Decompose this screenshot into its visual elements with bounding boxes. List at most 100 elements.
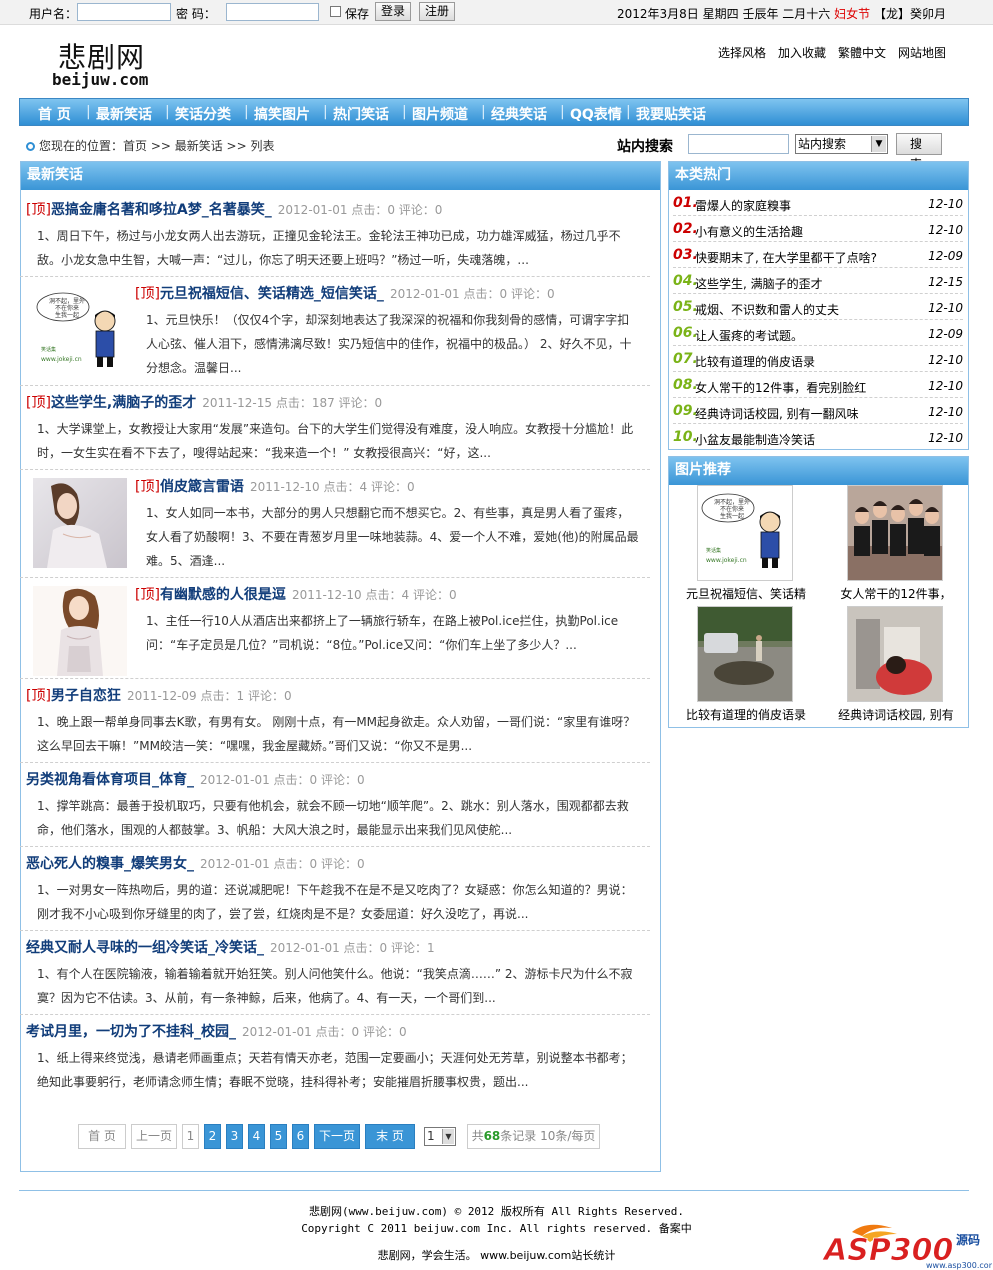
nav-funny-pictures[interactable]: 搞笑图片: [254, 104, 310, 124]
login-bar: 用户名： 密 码： 保存 登录 注册 2012年3月8日 星期四 壬辰年 二月十…: [0, 0, 993, 25]
article-title-text[interactable]: 恶搞金庸名著和哆拉A梦_名著暴笑_: [51, 202, 272, 218]
hot-item-date: 12-10: [928, 301, 963, 315]
login-button[interactable]: 登录: [375, 2, 412, 21]
article-title[interactable]: 另类视角看体育项目_体育_ 2012-01-01 点击：0 评论：0: [26, 769, 365, 789]
pager-total: 68: [483, 1129, 501, 1143]
hot-item-title[interactable]: 雷爆人的家庭糗事: [695, 197, 791, 214]
article-title-text[interactable]: 这些学生,满脑子的歪才: [51, 395, 196, 411]
portrait-photo: [33, 478, 127, 568]
hot-list-item[interactable]: 10. 小盆友最能制造冷笑话 12-10: [673, 424, 963, 450]
nav-latest-jokes[interactable]: 最新笑话: [96, 104, 152, 124]
pager-prev[interactable]: 上一页: [131, 1124, 177, 1149]
hot-item-title[interactable]: 戒烟、不识数和雷人的丈夫: [695, 301, 839, 318]
breadcrumb-text[interactable]: 您现在的位置：首页 >> 最新笑话 >> 列表: [39, 139, 274, 153]
picture-title[interactable]: 元旦祝福短信、笑话精: [671, 585, 821, 602]
article-title[interactable]: [顶]有幽默感的人很是逗 2011-12-10 点击：4 评论：0: [135, 584, 457, 604]
hot-list-item[interactable]: 03. 快要期末了, 在大学里都干了点啥? 12-09: [673, 242, 963, 268]
article-title[interactable]: [顶]俏皮箴言雷语 2011-12-10 点击：4 评论：0: [135, 476, 415, 496]
username-input[interactable]: [77, 3, 171, 21]
link-sitemap[interactable]: 网站地图: [898, 46, 946, 60]
hot-item-title[interactable]: 快要期末了, 在大学里都干了点啥?: [695, 249, 877, 266]
hot-list-item[interactable]: 02. 小有意义的生活拾趣 12-10: [673, 216, 963, 242]
pager-page[interactable]: 3: [226, 1124, 243, 1149]
picture-thumbnail[interactable]: 洞不起，里外 不在你来 生我一起 笑话集 www.jokeji.cn: [697, 485, 793, 581]
nav-classic-jokes[interactable]: 经典笑话: [491, 104, 547, 124]
search-button[interactable]: 搜 索: [896, 133, 942, 171]
link-choose-style[interactable]: 选择风格: [718, 46, 766, 60]
link-traditional-chinese[interactable]: 繁體中文: [838, 46, 886, 60]
hot-list-item[interactable]: 07. 比较有道理的俏皮语录 12-10: [673, 346, 963, 372]
article-title-text[interactable]: 考试月里，一切为了不挂科_校园_: [26, 1024, 236, 1040]
article-thumbnail[interactable]: [33, 586, 127, 676]
picture-title[interactable]: 比较有道理的俏皮语录: [671, 706, 821, 723]
picture-card[interactable]: 洞不起，里外 不在你来 生我一起 笑话集 www.jokeji.cn 元旦祝福短信、笑话精: [671, 485, 811, 601]
picture-card[interactable]: 女人常干的12件事，: [821, 485, 961, 601]
hot-list-item[interactable]: 06. 让人蛋疼的考试题。 12-09: [673, 320, 963, 346]
link-add-favorite[interactable]: 加入收藏: [778, 46, 826, 60]
search-input[interactable]: [688, 134, 789, 154]
article-title[interactable]: 考试月里，一切为了不挂科_校园_ 2012-01-01 点击：0 评论：0: [26, 1021, 407, 1041]
hot-list-item[interactable]: 05. 戒烟、不识数和雷人的丈夫 12-10: [673, 294, 963, 320]
password-input[interactable]: [226, 3, 319, 21]
pager-page[interactable]: 2: [204, 1124, 221, 1149]
article-title-text[interactable]: 有幽默感的人很是逗: [160, 587, 286, 603]
article-title-text[interactable]: 俏皮箴言雷语: [160, 479, 244, 495]
password-label: 密 码：: [176, 7, 216, 21]
article-title-text[interactable]: 恶心死人的糗事_爆笑男女_: [26, 856, 194, 872]
article-title[interactable]: 恶心死人的糗事_爆笑男女_ 2012-01-01 点击：0 评论：0: [26, 853, 365, 873]
article-title-text[interactable]: 男子自恋狂: [51, 688, 121, 704]
remember-checkbox[interactable]: [330, 6, 341, 17]
pager-page[interactable]: 1: [182, 1124, 199, 1149]
picture-thumbnail[interactable]: [847, 485, 943, 581]
article-title[interactable]: [顶]男子自恋狂 2011-12-09 点击：1 评论：0: [26, 685, 292, 705]
nav-picture-channel[interactable]: 图片频道: [412, 104, 468, 124]
hot-item-title[interactable]: 经典诗词话校园, 别有一翻风味: [695, 405, 859, 422]
nav-qq-emoticons[interactable]: QQ表情: [570, 104, 622, 124]
hot-list-item[interactable]: 04. 这些学生, 满脑子的歪才 12-15: [673, 268, 963, 294]
article-title[interactable]: [顶]这些学生,满脑子的歪才 2011-12-15 点击：187 评论：0: [26, 392, 382, 412]
article-title-text[interactable]: 另类视角看体育项目_体育_: [26, 772, 194, 788]
nav-hot-jokes[interactable]: 热门笑话: [333, 104, 389, 124]
hot-item-title[interactable]: 女人常干的12件事，看完别脸红: [695, 379, 866, 396]
register-button[interactable]: 注册: [419, 2, 456, 21]
pager-page[interactable]: 5: [270, 1124, 287, 1149]
article-thumbnail[interactable]: 洞不起，里外 不在你来 生我一起 笑话集 www.jokeji.cn: [33, 285, 127, 375]
picture-title[interactable]: 经典诗词话校园, 别有: [821, 706, 971, 723]
picture-card[interactable]: 经典诗词话校园, 别有: [821, 606, 961, 722]
nav-submit-joke[interactable]: 我要贴笑话: [636, 104, 706, 124]
pager-next[interactable]: 下一页: [314, 1124, 360, 1149]
hot-item-title[interactable]: 比较有道理的俏皮语录: [695, 353, 815, 370]
nav-home[interactable]: 首 页: [38, 104, 71, 124]
article-title-text[interactable]: 元旦祝福短信、笑话精选_短信笑话_: [160, 286, 384, 302]
article-summary: 1、主任一行10人从酒店出来都挤上了一辆旅行轿车，在路上被Pol.ice拦住，执…: [146, 614, 619, 652]
article-title[interactable]: [顶]元旦祝福短信、笑话精选_短信笑话_ 2012-01-01 点击：0 评论：0: [135, 283, 555, 303]
article-meta: 2011-12-10 点击：4 评论：0: [249, 480, 415, 494]
picture-card[interactable]: 比较有道理的俏皮语录: [671, 606, 811, 722]
picture-panel-title: 图片推荐: [669, 457, 968, 485]
article-title-text[interactable]: 经典又耐人寻味的一组冷笑话_冷笑话_: [26, 940, 264, 956]
pager-page[interactable]: 4: [248, 1124, 265, 1149]
hot-item-title[interactable]: 这些学生, 满脑子的歪才: [695, 275, 823, 292]
cartoon-bubble-line: 生我一起: [55, 311, 79, 319]
cartoon-bubble-line: 不在你来: [55, 304, 79, 312]
article-title[interactable]: [顶]恶搞金庸名著和哆拉A梦_名著暴笑_ 2012-01-01 点击：0 评论：0: [26, 199, 442, 219]
pager-jump-select[interactable]: 1 ▼: [424, 1127, 456, 1146]
hot-item-title[interactable]: 让人蛋疼的考试题。: [695, 327, 803, 344]
article-title[interactable]: 经典又耐人寻味的一组冷笑话_冷笑话_ 2012-01-01 点击：0 评论：1: [26, 937, 435, 957]
hot-list-item[interactable]: 09. 经典诗词话校园, 别有一翻风味 12-10: [673, 398, 963, 424]
pager-last[interactable]: 末 页: [365, 1124, 415, 1149]
pager-first[interactable]: 首 页: [78, 1124, 126, 1149]
hot-item-title[interactable]: 小盆友最能制造冷笑话: [695, 431, 815, 448]
hot-list-item[interactable]: 01. 雷爆人的家庭糗事 12-10: [673, 190, 963, 216]
search-scope-value: 站内搜索: [798, 137, 847, 151]
picture-title[interactable]: 女人常干的12件事，: [821, 585, 971, 602]
hot-list-item[interactable]: 08. 女人常干的12件事，看完别脸红 12-10: [673, 372, 963, 398]
picture-thumbnail[interactable]: [697, 606, 793, 702]
article-summary: 1、周日下午，杨过与小龙女两人出去游玩，正撞见金轮法王。金轮法王神功已成，功力雄…: [37, 229, 621, 267]
picture-thumbnail[interactable]: [847, 606, 943, 702]
article-thumbnail[interactable]: [33, 478, 127, 568]
hot-item-title[interactable]: 小有意义的生活拾趣: [695, 223, 803, 240]
nav-joke-categories[interactable]: 笑话分类: [175, 104, 231, 124]
pager-page[interactable]: 6: [292, 1124, 309, 1149]
search-scope-select[interactable]: 站内搜索 ▼: [795, 134, 888, 154]
